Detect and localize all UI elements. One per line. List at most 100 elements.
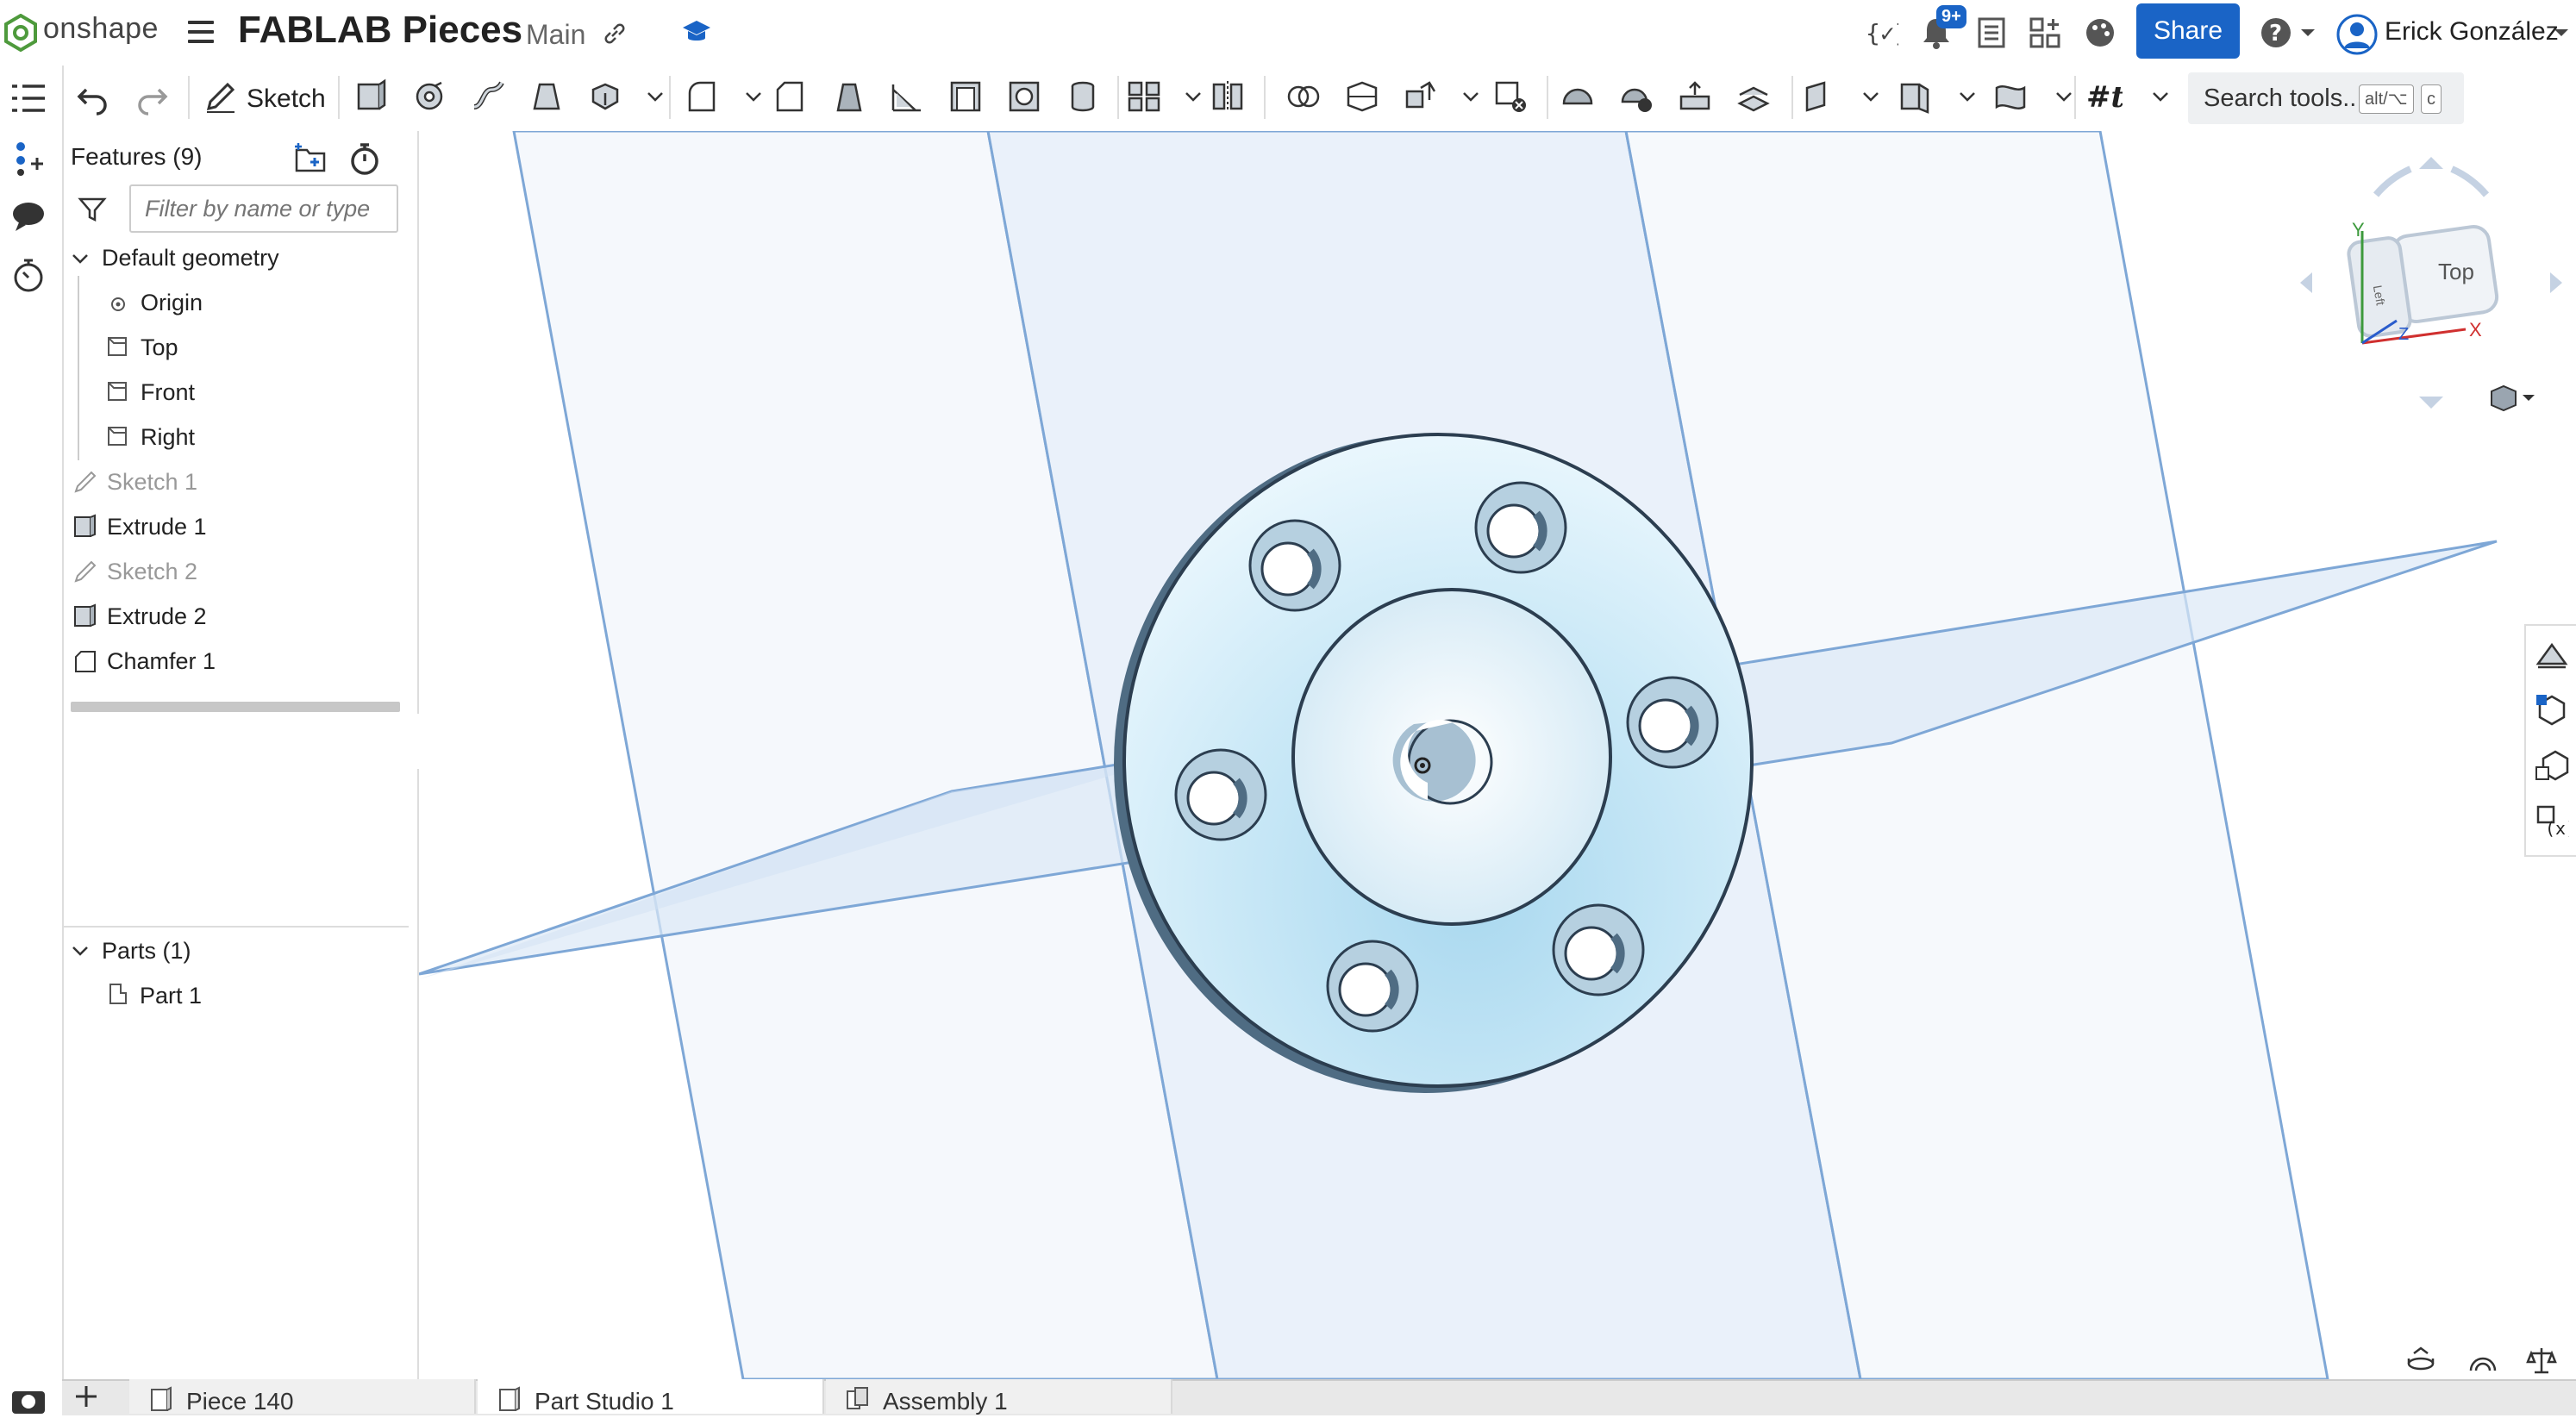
toolbar-separator [1264,76,1266,119]
feature-item-sketch-1[interactable]: Sketch 1 [107,469,197,496]
collapse-chevron-icon[interactable] [71,941,90,960]
tree-item-right[interactable]: Right [141,424,195,451]
feature-item-sketch-2[interactable]: Sketch 2 [107,559,197,585]
feature-item-extrude-1[interactable]: Extrude 1 [107,514,207,540]
axis-z-label: Z [2398,325,2409,344]
app-logo-text[interactable]: onshape [43,12,159,46]
camera-icon[interactable] [9,1384,48,1414]
link-icon[interactable] [602,21,628,47]
replace-face-icon[interactable] [1735,78,1773,116]
fillet-icon[interactable] [683,78,721,116]
mass-properties-icon[interactable] [2535,693,2569,728]
rollback-bar[interactable] [71,702,400,712]
transform-icon[interactable] [1402,78,1440,116]
sheet-metal-icon[interactable] [1897,78,1935,116]
configurations-icon[interactable]: (x) [2535,803,2576,839]
plane-chevron-icon[interactable] [1852,78,1879,116]
undo-icon[interactable] [74,78,112,116]
variables-icon[interactable] [9,138,48,178]
render-mode-icon[interactable] [2467,1345,2498,1376]
app-store-icon[interactable] [2028,16,2062,50]
draft-icon[interactable] [829,78,867,116]
split-icon[interactable] [1343,78,1381,116]
sweep-icon[interactable] [469,78,507,116]
user-name[interactable]: Erick González [2385,17,2559,47]
shell-icon[interactable] [947,78,985,116]
revolve-icon[interactable] [410,78,448,116]
move-face-icon[interactable] [1676,78,1714,116]
tab-label-piece-140: Piece 140 [186,1388,294,1415]
extrude-icon[interactable] [352,78,390,116]
document-title[interactable]: FABLAB Pieces [238,9,522,52]
3d-viewport[interactable] [419,131,2521,1379]
filter-funnel-icon[interactable] [78,195,107,224]
variable-chevron-icon[interactable] [2141,78,2168,116]
svg-text:?: ? [2269,21,2282,47]
boolean-icon[interactable] [1285,78,1322,116]
collapse-chevron-icon[interactable] [71,249,90,268]
help-icon[interactable]: ? [2259,16,2293,50]
thicken-icon[interactable] [586,78,624,116]
sheet-metal-chevron-icon[interactable] [1948,78,1975,116]
units-scale-icon[interactable] [2526,1345,2557,1376]
mirror-icon[interactable] [1209,78,1247,116]
comments-icon[interactable] [9,197,48,236]
loft-icon[interactable] [528,78,566,116]
sketch-pencil-icon[interactable] [202,78,240,116]
fillet-chevron-icon[interactable] [735,78,761,116]
chamfer-icon[interactable] [771,78,809,116]
variable-hash-icon[interactable]: #t [2085,78,2124,116]
linear-pattern-icon[interactable] [1126,78,1164,116]
surface-icon[interactable] [1991,78,2029,116]
user-avatar-icon[interactable] [2336,14,2378,55]
onshape-logo-icon[interactable] [3,13,38,53]
modify-fillet-icon[interactable] [1559,78,1597,116]
document-branch[interactable]: Main [526,19,585,51]
checklist-icon[interactable] [1974,16,2009,50]
measure-icon[interactable] [2535,748,2569,783]
tab-label-assembly-1: Assembly 1 [883,1388,1008,1415]
section-view-icon[interactable] [2405,1345,2436,1376]
part-item-part-1[interactable]: Part 1 [140,983,202,1009]
default-geometry-label[interactable]: Default geometry [102,245,279,272]
axis-y-label: Y [2352,219,2365,240]
tab-piece-140[interactable] [129,1379,476,1414]
viewport-scene[interactable] [419,131,2521,1379]
feature-list-icon[interactable] [9,79,48,119]
history-timer-icon[interactable] [9,255,48,295]
sketch-button[interactable]: Sketch [247,84,326,114]
add-tab-icon[interactable] [74,1384,98,1409]
surface-chevron-icon[interactable] [2045,78,2072,116]
parts-title[interactable]: Parts (1) [102,938,191,965]
feature-script-icon[interactable]: {✓} [1864,16,1910,50]
view-mode-dropdown[interactable] [2486,383,2538,414]
hole-icon[interactable] [1005,78,1043,116]
appearance-palette-icon[interactable] [2083,16,2117,50]
share-button[interactable]: Share [2136,3,2240,59]
transform-chevron-icon[interactable] [1452,78,1479,116]
pattern-chevron-icon[interactable] [1174,78,1201,116]
add-folder-icon[interactable] [293,143,328,174]
cylinder-icon[interactable] [1064,78,1102,116]
appearance-panel-icon[interactable] [2535,638,2569,672]
view-cube[interactable]: Top Left X Y Z [2293,145,2569,421]
plane-front-icon [105,379,131,405]
delete-part-icon[interactable] [1491,78,1529,116]
feature-item-extrude-2[interactable]: Extrude 2 [107,603,207,630]
feature-item-chamfer-1[interactable]: Chamfer 1 [107,648,216,675]
plane-icon[interactable] [1802,78,1840,116]
tree-item-front[interactable]: Front [141,379,195,406]
rollback-timer-icon[interactable] [348,141,381,176]
main-menu-icon[interactable] [188,21,214,43]
part-flange[interactable] [1114,433,1754,1093]
help-dropdown-chevron-icon[interactable] [2298,16,2317,50]
learning-center-icon[interactable] [681,17,712,47]
user-menu-chevron-icon[interactable] [2552,16,2571,50]
delete-face-icon[interactable] [1617,78,1655,116]
redo-icon[interactable] [133,78,171,116]
tree-item-origin[interactable]: Origin [141,290,203,316]
tree-item-top[interactable]: Top [141,334,178,361]
more-features-chevron-icon[interactable] [636,78,663,116]
rib-icon[interactable] [888,78,926,116]
feature-filter-input[interactable] [129,184,398,233]
